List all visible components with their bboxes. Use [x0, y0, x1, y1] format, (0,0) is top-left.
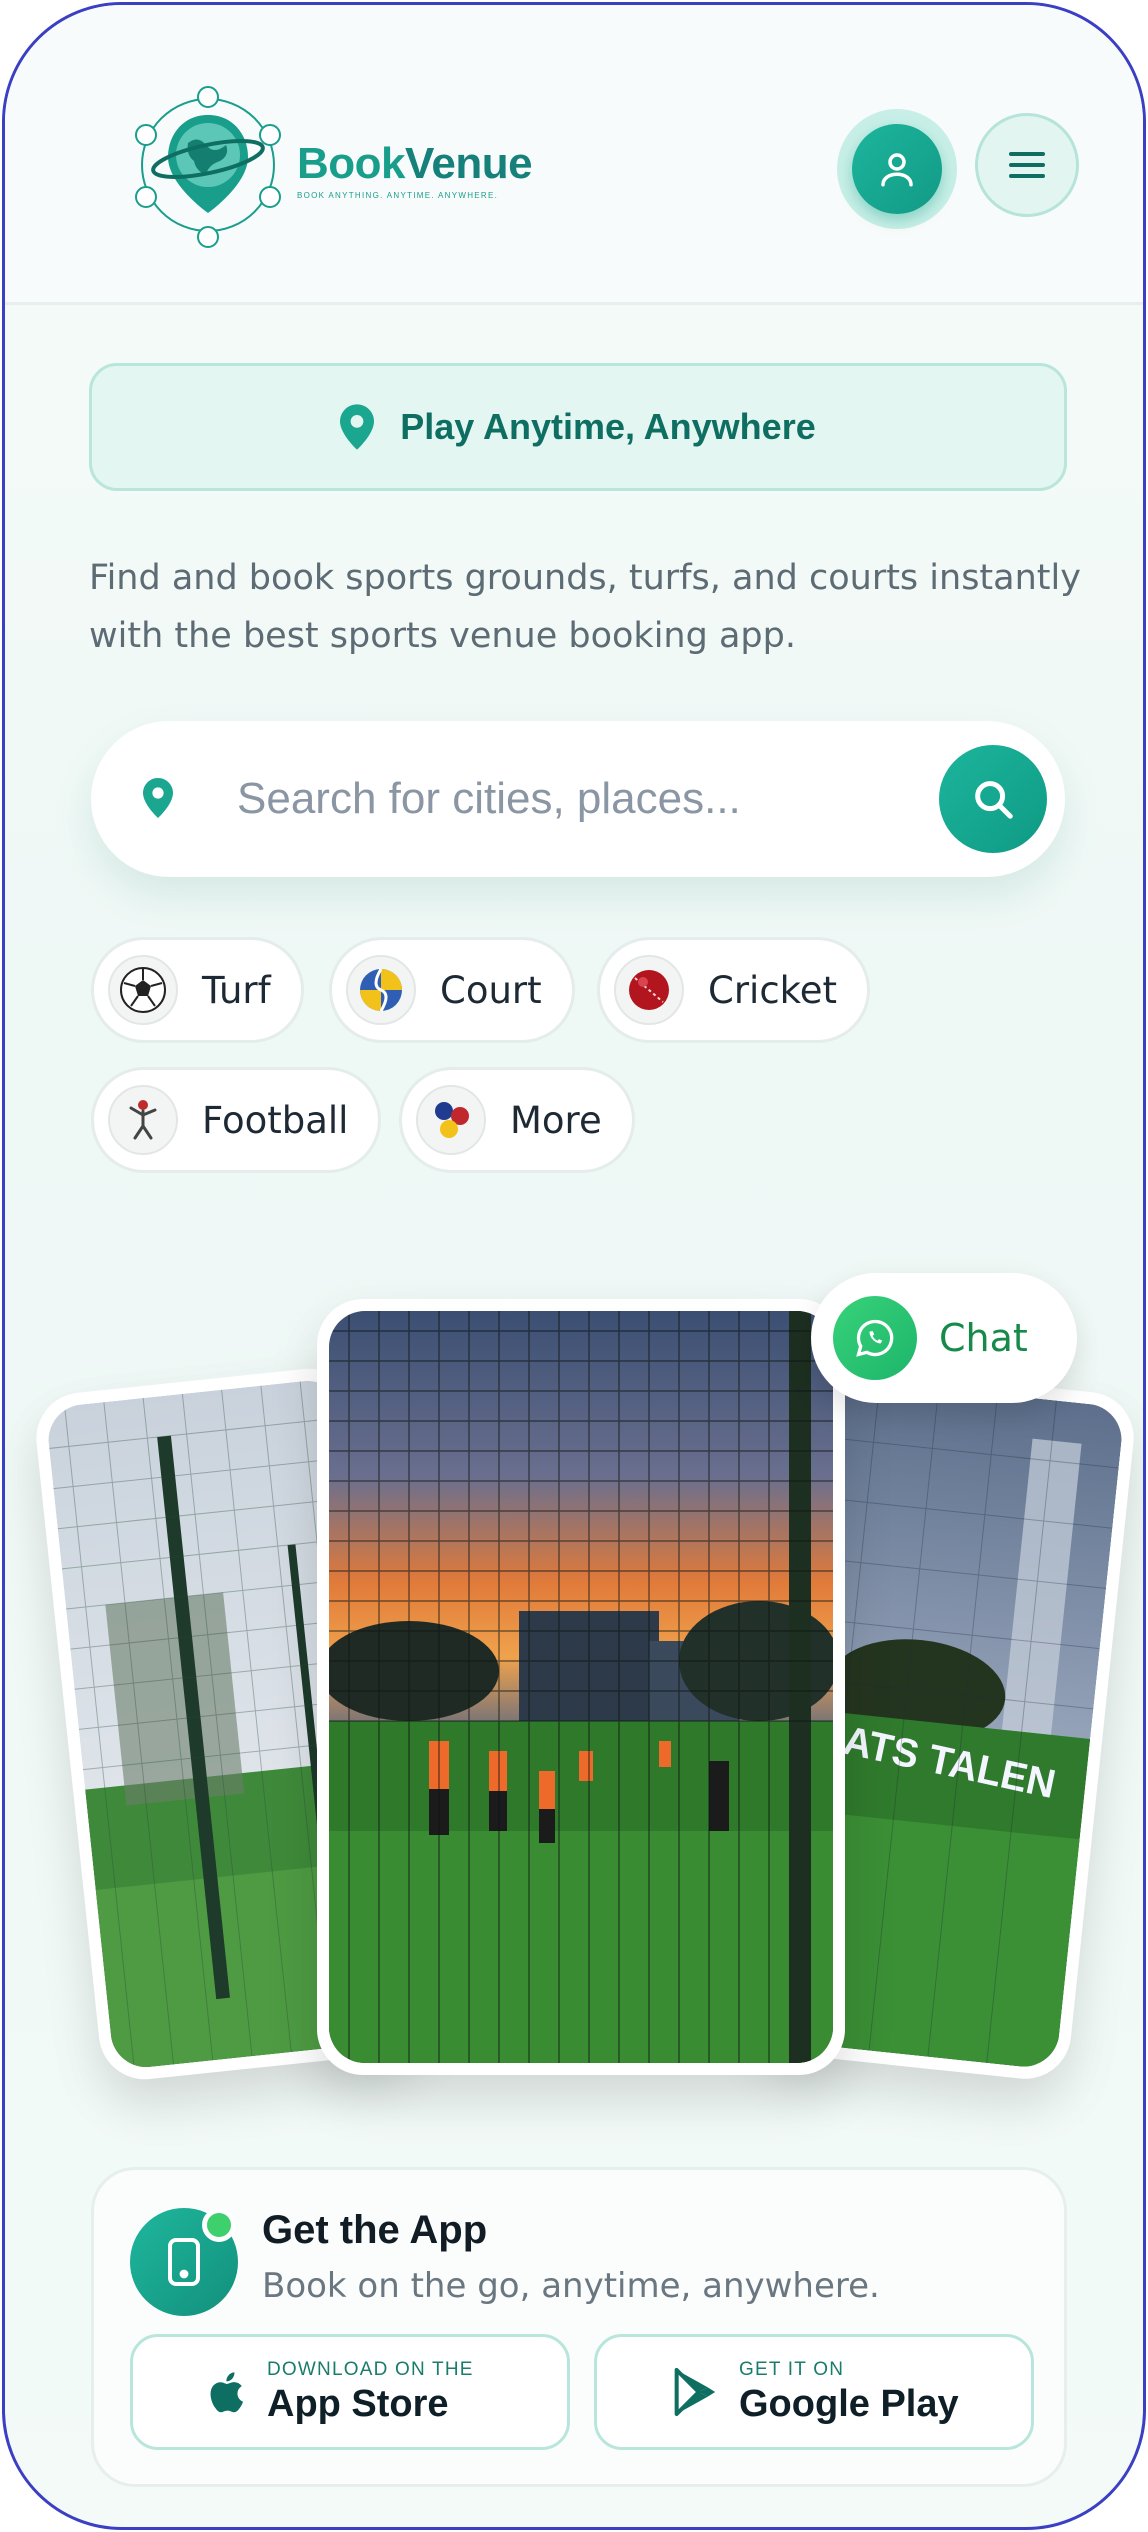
menu-button[interactable]	[975, 113, 1079, 217]
google-play-big-text: Google Play	[739, 2382, 959, 2425]
user-icon	[881, 153, 913, 187]
device-frame: BookVenue BOOK ANYTHING. ANYTIME. ANYWHE…	[2, 2, 1146, 2530]
chat-button[interactable]: Chat	[811, 1273, 1077, 1403]
search-icon	[975, 781, 1013, 819]
brand-name: BookVenue	[297, 138, 533, 189]
phone-icon	[130, 2208, 238, 2316]
search-input[interactable]	[237, 763, 997, 835]
google-play-small-text: GET IT ON	[739, 2358, 845, 2380]
location-pin-icon	[340, 404, 375, 450]
get-app-title: Get the App	[262, 2208, 488, 2252]
whatsapp-icon	[833, 1296, 917, 1380]
app-store-big-text: App Store	[267, 2382, 449, 2425]
category-chip-turf[interactable]: Turf	[91, 937, 304, 1043]
category-label: Court	[440, 968, 542, 1012]
category-label: More	[510, 1098, 602, 1142]
app-store-button[interactable]: DOWNLOAD ON THE App Store	[130, 2334, 570, 2450]
category-label: Cricket	[708, 968, 838, 1012]
globe-logo-icon	[133, 85, 283, 253]
profile-button[interactable]	[837, 109, 957, 229]
logo[interactable]: BookVenue BOOK ANYTHING. ANYTIME. ANYWHE…	[133, 85, 533, 253]
category-chip-cricket[interactable]: Cricket	[597, 937, 871, 1043]
get-app-card: Get the App Book on the go, anytime, any…	[91, 2167, 1067, 2487]
football-player-icon	[108, 1085, 178, 1155]
google-play-button[interactable]: GET IT ON Google Play	[594, 2334, 1034, 2450]
volleyball-icon	[346, 955, 416, 1025]
brand-name-part2: Venue	[405, 138, 533, 188]
location-pin-icon	[143, 778, 173, 818]
category-chip-more[interactable]: More	[399, 1067, 635, 1173]
hero-pill: Play Anytime, Anywhere	[89, 363, 1067, 491]
more-balls-icon	[416, 1085, 486, 1155]
hamburger-menu-icon	[1009, 152, 1045, 178]
search-bar	[91, 721, 1065, 877]
hero-pill-text: Play Anytime, Anywhere	[400, 406, 816, 447]
google-play-icon	[674, 2368, 716, 2416]
brand-name-part1: Book	[297, 138, 406, 188]
venue-photo-card-center[interactable]	[317, 1299, 845, 2075]
search-button[interactable]	[939, 745, 1047, 853]
category-label: Football	[202, 1098, 349, 1142]
app-store-small-text: DOWNLOAD ON THE	[267, 2358, 474, 2380]
cricket-ball-icon	[614, 955, 684, 1025]
get-app-subtitle: Book on the go, anytime, anywhere.	[262, 2266, 880, 2306]
category-chip-court[interactable]: Court	[329, 937, 575, 1043]
brand-tagline: BOOK ANYTHING. ANYTIME. ANYWHERE.	[297, 190, 499, 200]
apple-icon	[210, 2372, 244, 2413]
chat-label: Chat	[939, 1316, 1028, 1360]
notification-dot	[202, 2208, 236, 2242]
category-chip-football[interactable]: Football	[91, 1067, 382, 1173]
hero-description: Find and book sports grounds, turfs, and…	[89, 558, 1081, 656]
header: BookVenue BOOK ANYTHING. ANYTIME. ANYWHE…	[5, 5, 1143, 305]
soccer-ball-icon	[108, 955, 178, 1025]
category-label: Turf	[202, 968, 271, 1012]
venue-photo	[329, 1311, 833, 2063]
